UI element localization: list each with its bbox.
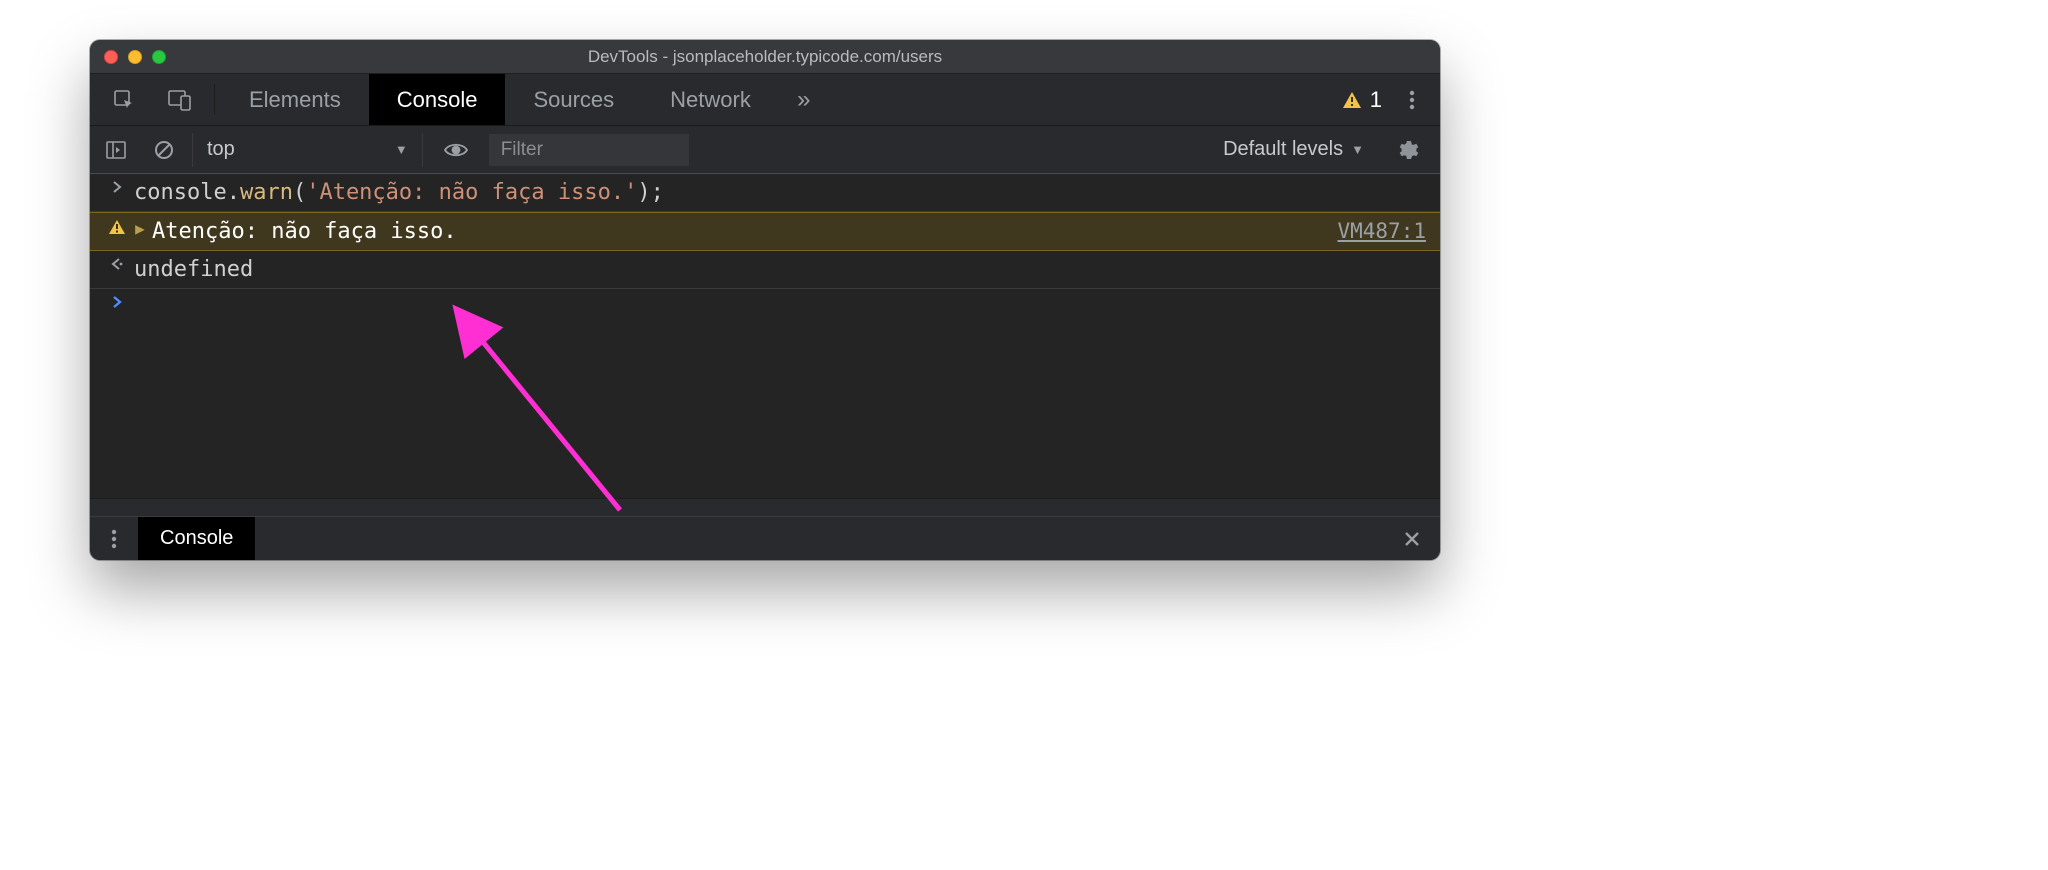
execution-context-selector[interactable]: top ▼ <box>192 133 423 167</box>
warnings-indicator[interactable]: 1 <box>1342 74 1394 125</box>
drawer-close-icon[interactable] <box>1394 530 1430 548</box>
tab-console[interactable]: Console <box>369 74 506 125</box>
tab-elements[interactable]: Elements <box>221 74 369 125</box>
window-title: DevTools - jsonplaceholder.typicode.com/… <box>90 47 1440 67</box>
console-input-code: console.warn('Atenção: não faça isso.'); <box>134 180 1426 205</box>
clear-console-icon[interactable] <box>144 139 184 161</box>
window-controls <box>104 50 166 64</box>
dropdown-icon: ▼ <box>1351 142 1364 157</box>
console-prompt-row[interactable] <box>90 289 1440 323</box>
levels-label: Default levels <box>1223 138 1343 161</box>
warning-source-link[interactable]: VM487:1 <box>1337 219 1426 243</box>
filter-input[interactable] <box>489 134 689 166</box>
warning-icon <box>1342 91 1362 109</box>
input-chevron-icon <box>100 180 134 194</box>
panel-tabs: Elements Console Sources Network » 1 <box>90 74 1440 126</box>
close-window-button[interactable] <box>104 50 118 64</box>
expand-icon[interactable]: ▶ <box>134 219 152 238</box>
console-settings-icon[interactable] <box>1386 139 1430 161</box>
inspect-element-icon[interactable] <box>96 74 152 125</box>
tab-sources[interactable]: Sources <box>505 74 642 125</box>
warning-message: Atenção: não faça isso. <box>152 219 1337 244</box>
console-result-row: undefined <box>90 251 1440 289</box>
separator <box>214 84 215 115</box>
console-input-row: console.warn('Atenção: não faça isso.'); <box>90 174 1440 212</box>
devtools-window: DevTools - jsonplaceholder.typicode.com/… <box>90 40 1440 560</box>
result-chevron-icon <box>100 257 134 271</box>
prompt-chevron-icon <box>100 295 134 309</box>
minimize-window-button[interactable] <box>128 50 142 64</box>
log-levels-selector[interactable]: Default levels ▼ <box>1209 138 1378 161</box>
drawer: Console <box>90 516 1440 560</box>
result-value: undefined <box>134 257 1426 282</box>
drawer-menu-icon[interactable] <box>100 529 128 549</box>
tab-network[interactable]: Network <box>642 74 779 125</box>
device-toolbar-icon[interactable] <box>152 74 208 125</box>
console-toolbar: top ▼ Default levels ▼ <box>90 126 1440 174</box>
drawer-tab-console[interactable]: Console <box>138 517 255 560</box>
titlebar: DevTools - jsonplaceholder.typicode.com/… <box>90 40 1440 74</box>
tabs-overflow-icon[interactable]: » <box>779 74 829 125</box>
dropdown-icon: ▼ <box>395 142 408 157</box>
warnings-count: 1 <box>1370 87 1382 113</box>
console-messages: console.warn('Atenção: não faça isso.');… <box>90 174 1440 498</box>
context-label: top <box>207 138 235 161</box>
maximize-window-button[interactable] <box>152 50 166 64</box>
console-warning-row[interactable]: ▶ Atenção: não faça isso. VM487:1 <box>90 212 1440 251</box>
toggle-sidebar-icon[interactable] <box>96 139 136 161</box>
settings-menu-icon[interactable] <box>1394 74 1430 125</box>
warning-icon <box>100 219 134 235</box>
drawer-resize-handle[interactable] <box>90 498 1440 516</box>
live-expression-icon[interactable] <box>431 141 481 159</box>
